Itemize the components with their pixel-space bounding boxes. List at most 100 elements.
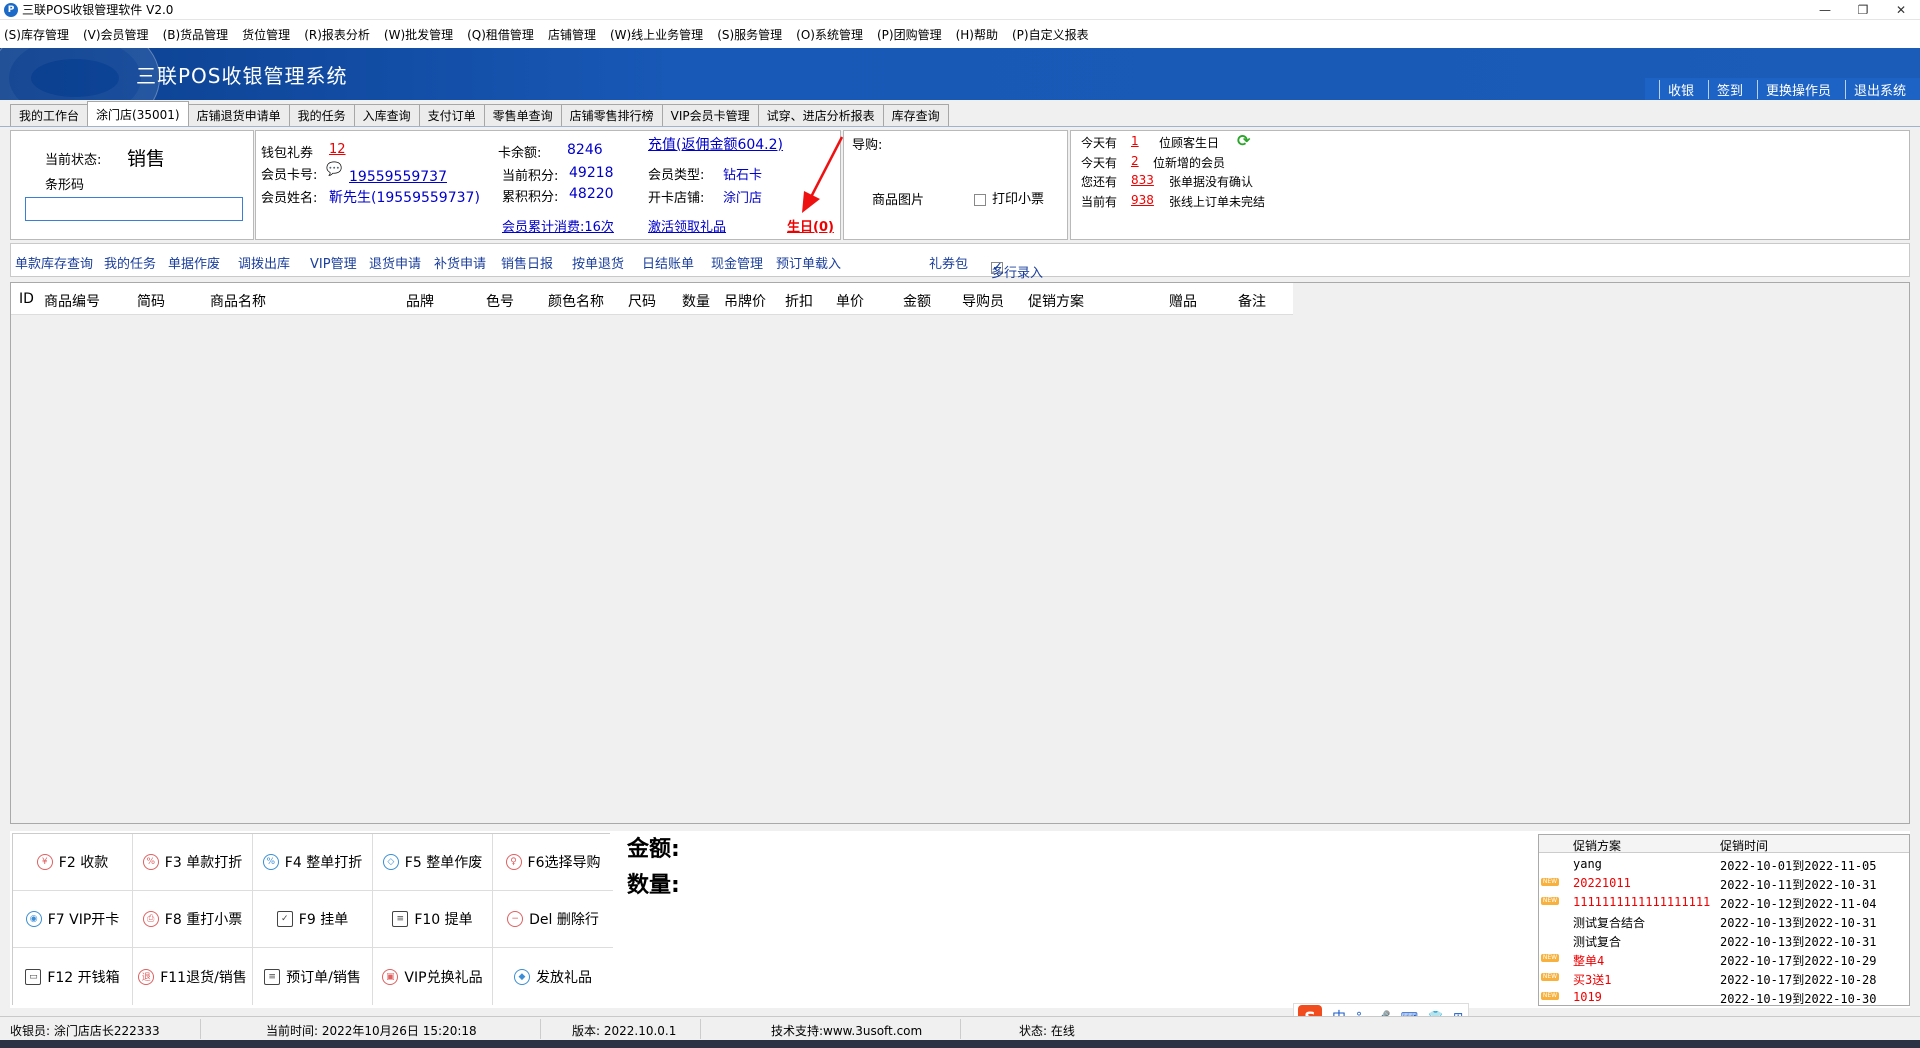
- checkin-link[interactable]: 签到: [1707, 79, 1757, 99]
- minimize-button[interactable]: —: [1806, 0, 1844, 20]
- col-color-name[interactable]: 颜色名称: [548, 291, 604, 311]
- menu-rental[interactable]: (Q)租借管理: [467, 26, 534, 43]
- col-item-code[interactable]: 商品编号: [44, 291, 100, 311]
- retrieve-order-button[interactable]: ≡ F10 提单: [373, 891, 493, 948]
- exit-system-link[interactable]: 退出系统: [1844, 79, 1920, 99]
- promotion-row[interactable]: yang 2022-10-01到2022-11-05: [1539, 854, 1909, 873]
- menu-goods[interactable]: (B)货品管理: [163, 26, 229, 43]
- col-id[interactable]: ID: [19, 291, 34, 307]
- toolbar-coupon-pack[interactable]: 礼券包: [929, 253, 968, 272]
- vip-open-card-button[interactable]: ◉ F7 VIP开卡: [13, 891, 133, 948]
- tab-retail-query[interactable]: 零售单查询: [483, 104, 562, 126]
- tab-fitting-report[interactable]: 试穿、进店分析报表: [757, 104, 884, 126]
- col-promo-time[interactable]: 促销时间: [1720, 837, 1768, 854]
- col-gift[interactable]: 赠品: [1169, 291, 1197, 311]
- col-discount[interactable]: 折扣: [785, 291, 813, 311]
- card-value[interactable]: 19559559737: [349, 169, 447, 185]
- restore-button[interactable]: ❐: [1844, 0, 1882, 20]
- toolbar-cash-manage[interactable]: 现金管理: [711, 253, 763, 272]
- toolbar-load-preorder[interactable]: 预订单载入: [776, 253, 841, 272]
- consume-link[interactable]: 会员累计消费:16次: [502, 216, 614, 235]
- toolbar-daily-sales[interactable]: 销售日报: [501, 253, 553, 272]
- col-promo-name[interactable]: 促销方案: [1573, 837, 1621, 854]
- toolbar-stock-query[interactable]: 单款库存查询: [15, 253, 93, 272]
- wallet-value[interactable]: 12: [329, 142, 346, 157]
- col-tag-price[interactable]: 吊牌价: [724, 291, 766, 311]
- void-order-button[interactable]: ◇ F5 整单作废: [373, 834, 493, 891]
- menu-location[interactable]: 货位管理: [242, 26, 290, 43]
- toolbar-replenish-request[interactable]: 补货申请: [434, 253, 486, 272]
- print-receipt-checkbox[interactable]: 打印小票: [974, 188, 1044, 207]
- promotion-list[interactable]: 促销方案 促销时间 yang 2022-10-01到2022-11-05 NEW…: [1538, 834, 1910, 1006]
- notice-birthday-count[interactable]: 1: [1131, 134, 1139, 148]
- col-qty[interactable]: 数量: [682, 291, 710, 311]
- activate-gift-link[interactable]: 激活领取礼品: [648, 216, 726, 235]
- issue-gift-button[interactable]: ◆ 发放礼品: [493, 948, 613, 1005]
- cashier-link[interactable]: 收银: [1658, 79, 1708, 99]
- promotion-row[interactable]: NEW 20221011 2022-10-11到2022-10-31: [1539, 873, 1909, 892]
- tab-stock-query[interactable]: 库存查询: [882, 104, 949, 126]
- toolbar-void-doc[interactable]: 单据作废: [168, 253, 220, 272]
- refresh-icon[interactable]: ⟳: [1237, 131, 1250, 150]
- checkbox-icon[interactable]: [974, 193, 986, 206]
- tab-retail-ranking[interactable]: 店铺零售排行榜: [560, 104, 663, 126]
- notice-online-order-count[interactable]: 938: [1131, 193, 1154, 207]
- promotion-row[interactable]: NEW 买3送1 2022-10-17到2022-10-28: [1539, 968, 1909, 987]
- barcode-input[interactable]: [25, 197, 243, 221]
- close-button[interactable]: ✕: [1882, 0, 1920, 20]
- promotion-row[interactable]: 测试复合 2022-10-13到2022-10-31: [1539, 930, 1909, 949]
- return-sale-button[interactable]: 退 F11退货/销售: [133, 948, 253, 1005]
- menu-custom-report[interactable]: (P)自定义报表: [1012, 26, 1089, 43]
- menu-groupbuy[interactable]: (P)团购管理: [877, 26, 942, 43]
- col-sales-guide[interactable]: 导购员: [962, 291, 1004, 311]
- col-short-code[interactable]: 简码: [137, 291, 165, 311]
- menu-system[interactable]: (O)系统管理: [796, 26, 863, 43]
- toolbar-daily-close[interactable]: 日结账单: [642, 253, 694, 272]
- tab-workbench[interactable]: 我的工作台: [10, 104, 89, 126]
- checkout-button[interactable]: ¥ F2 收款: [13, 834, 133, 891]
- tab-vip-card[interactable]: VIP会员卡管理: [661, 104, 759, 126]
- toolbar-vip-manage[interactable]: VIP管理: [310, 253, 357, 272]
- col-color-no[interactable]: 色号: [486, 291, 514, 311]
- tab-my-tasks[interactable]: 我的任务: [288, 104, 355, 126]
- menu-service[interactable]: (S)服务管理: [717, 26, 782, 43]
- col-size[interactable]: 尺码: [628, 291, 656, 311]
- hold-order-button[interactable]: ✓ F9 挂单: [253, 891, 373, 948]
- switch-operator-link[interactable]: 更换操作员: [1756, 79, 1845, 99]
- menu-member[interactable]: (V)会员管理: [83, 26, 149, 43]
- tab-store-pos[interactable]: 涂门店(35001): [87, 101, 189, 126]
- notice-unconfirmed-count[interactable]: 833: [1131, 173, 1154, 187]
- promotion-row[interactable]: NEW 整单4 2022-10-17到2022-10-29: [1539, 949, 1909, 968]
- col-amount[interactable]: 金额: [903, 291, 931, 311]
- col-item-name[interactable]: 商品名称: [210, 291, 266, 311]
- order-discount-button[interactable]: % F4 整单打折: [253, 834, 373, 891]
- col-unit-price[interactable]: 单价: [836, 291, 864, 311]
- preorder-sale-button[interactable]: ≡ 预订单/销售: [253, 948, 373, 1005]
- menu-reports[interactable]: (R)报表分析: [304, 26, 370, 43]
- notice-new-member-count[interactable]: 2: [1131, 154, 1139, 168]
- tab-stock-in[interactable]: 入库查询: [353, 104, 420, 126]
- open-drawer-button[interactable]: ▭ F12 开钱箱: [13, 948, 133, 1005]
- tab-pay-orders[interactable]: 支付订单: [418, 104, 485, 126]
- select-guide-button[interactable]: ♀ F6选择导购: [493, 834, 613, 891]
- promotion-row[interactable]: NEW 1019 2022-10-19到2022-10-30: [1539, 987, 1909, 1006]
- menu-wholesale[interactable]: (W)批发管理: [384, 26, 453, 43]
- toolbar-return-by-order[interactable]: 按单退货: [572, 253, 624, 272]
- menu-inventory[interactable]: (S)库存管理: [4, 26, 69, 43]
- tab-return-request[interactable]: 店铺退货申请单: [187, 104, 290, 126]
- col-remark[interactable]: 备注: [1238, 291, 1266, 311]
- recharge-link[interactable]: 充值(返佣金额604.2): [648, 134, 783, 154]
- delete-row-button[interactable]: − Del 删除行: [493, 891, 613, 948]
- reprint-receipt-button[interactable]: ⎙ F8 重打小票: [133, 891, 253, 948]
- promotion-row[interactable]: NEW 1111111111111111111 2022-10-12到2022-…: [1539, 892, 1909, 911]
- vip-redeem-gift-button[interactable]: ▣ VIP兑换礼品: [373, 948, 493, 1005]
- menu-online[interactable]: (W)线上业务管理: [610, 26, 703, 43]
- menu-help[interactable]: (H)帮助: [956, 26, 998, 43]
- toolbar-my-tasks[interactable]: 我的任务: [104, 253, 156, 272]
- promotion-row[interactable]: 测试复合结合 2022-10-13到2022-10-31: [1539, 911, 1909, 930]
- item-grid[interactable]: ID 商品编号 简码 商品名称 品牌 色号 颜色名称 尺码 数量 吊牌价 折扣 …: [10, 282, 1910, 824]
- col-brand[interactable]: 品牌: [406, 291, 434, 311]
- item-discount-button[interactable]: % F3 单款打折: [133, 834, 253, 891]
- toolbar-transfer-out[interactable]: 调拨出库: [238, 253, 290, 272]
- menu-store[interactable]: 店铺管理: [548, 26, 596, 43]
